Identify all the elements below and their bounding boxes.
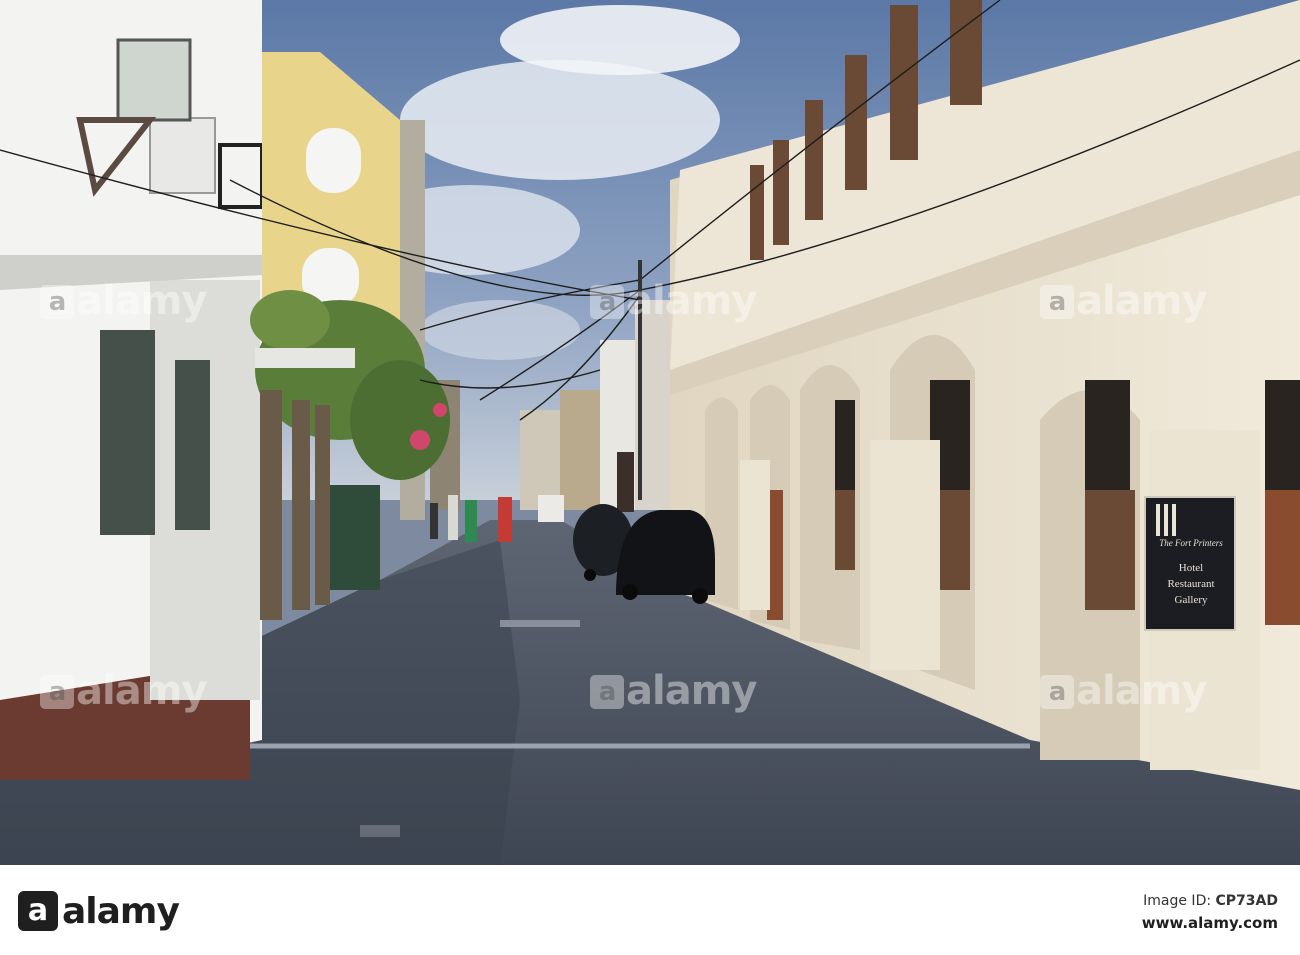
shutters bbox=[1265, 490, 1300, 625]
pilaster bbox=[740, 460, 770, 610]
image-id-value: CP73AD bbox=[1215, 893, 1278, 909]
column bbox=[260, 390, 282, 620]
watermark: a alamy bbox=[590, 668, 757, 714]
hotel-sign bbox=[617, 452, 634, 512]
pilaster bbox=[870, 440, 940, 670]
image-id: Image ID: CP73AD bbox=[1143, 893, 1278, 909]
air-conditioner bbox=[149, 117, 216, 194]
watermark: a alamy bbox=[590, 278, 757, 324]
pedestrian bbox=[465, 500, 477, 542]
street-photo: The Fort Printers Hotel Restaurant Galle… bbox=[0, 0, 1300, 865]
sign-lines: Hotel Restaurant Gallery bbox=[1152, 560, 1230, 608]
sign-line-restaurant: Restaurant bbox=[1167, 578, 1215, 590]
sign-stripe bbox=[1172, 504, 1176, 536]
street-marking bbox=[360, 825, 400, 837]
alamy-logo[interactable]: a alamy bbox=[18, 889, 180, 933]
cloud bbox=[400, 60, 720, 180]
watermark: a alamy bbox=[40, 668, 207, 714]
window bbox=[890, 5, 918, 160]
window bbox=[100, 330, 155, 535]
window bbox=[750, 165, 764, 260]
site-url-link[interactable]: www.alamy.com bbox=[1142, 914, 1278, 932]
sign-line-gallery: Gallery bbox=[1174, 594, 1208, 606]
veranda-roof bbox=[255, 348, 355, 368]
shutters bbox=[835, 490, 855, 570]
sign-title: The Fort Printers bbox=[1159, 538, 1223, 548]
green-gate bbox=[330, 485, 380, 590]
flowers bbox=[410, 430, 430, 450]
watermark: a alamy bbox=[40, 278, 207, 324]
window bbox=[950, 0, 982, 105]
footer-bar bbox=[0, 865, 1300, 955]
pedestrian bbox=[498, 497, 512, 542]
car-wheel bbox=[622, 584, 638, 600]
window bbox=[805, 100, 823, 220]
street-scene bbox=[0, 0, 1300, 865]
image-id-label: Image ID: bbox=[1143, 893, 1216, 909]
window bbox=[175, 360, 210, 530]
column bbox=[315, 405, 330, 605]
window bbox=[773, 140, 789, 245]
sign-line-hotel: Hotel bbox=[1178, 562, 1204, 574]
hotel-restaurant-sign: The Fort Printers Hotel Restaurant Galle… bbox=[1144, 496, 1236, 631]
shutters bbox=[1085, 490, 1135, 610]
pedestrian bbox=[448, 495, 458, 540]
watermark: a alamy bbox=[1040, 278, 1207, 324]
logo-wordmark: alamy bbox=[62, 890, 180, 932]
tree bbox=[350, 360, 450, 480]
parked-van bbox=[538, 495, 564, 522]
stock-photo-page: The Fort Printers Hotel Restaurant Galle… bbox=[0, 0, 1300, 955]
shuttered-window bbox=[306, 128, 361, 193]
tree bbox=[250, 290, 330, 350]
sign-stripe bbox=[1156, 504, 1160, 536]
watermark: a alamy bbox=[1040, 668, 1207, 714]
sign-stripe bbox=[1164, 504, 1168, 536]
street-marking bbox=[500, 620, 580, 627]
flowers bbox=[433, 403, 447, 417]
window bbox=[845, 55, 867, 190]
car-wheel bbox=[692, 588, 708, 604]
pedestrian bbox=[430, 503, 438, 539]
car-wheel bbox=[584, 569, 596, 581]
vintage-car bbox=[616, 510, 715, 595]
cloud bbox=[500, 5, 740, 75]
logo-mark-icon: a bbox=[18, 891, 58, 931]
lantern bbox=[116, 38, 192, 122]
column bbox=[292, 400, 310, 610]
distant-building bbox=[560, 390, 600, 510]
